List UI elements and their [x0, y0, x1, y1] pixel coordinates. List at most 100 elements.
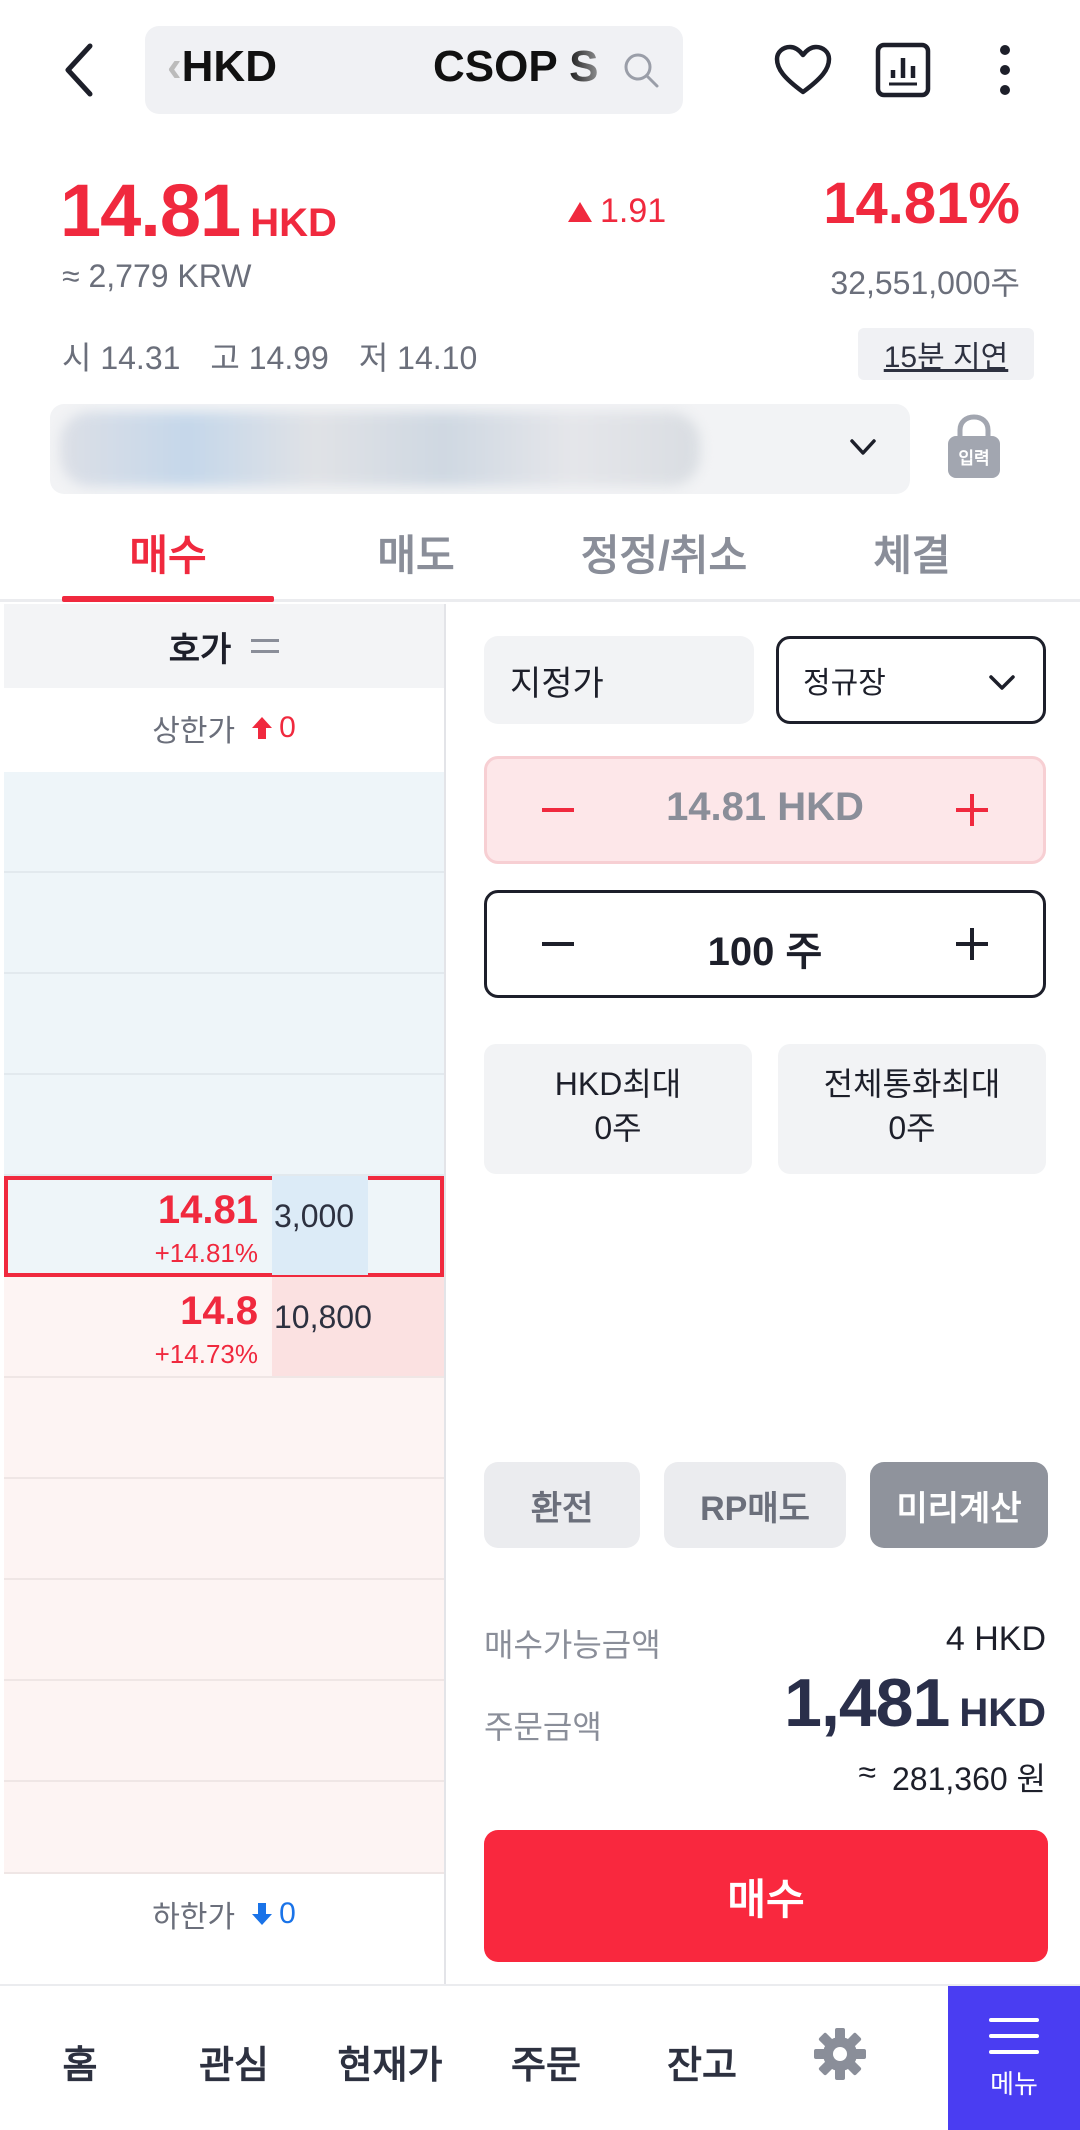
tab-sell[interactable]: 매도 — [316, 522, 516, 583]
upper-limit-row: 상한가 0 — [4, 688, 444, 768]
quantity-increase-button[interactable] — [947, 919, 997, 969]
hkd-max-value: 0주 — [594, 1110, 642, 1146]
order-type-select[interactable]: 지정가 — [484, 636, 754, 724]
chevron-down-icon — [850, 439, 876, 455]
ask-rate: +14.81% — [154, 1238, 258, 1268]
order-book-header[interactable]: 호가 — [4, 604, 444, 688]
chart-button[interactable] — [868, 35, 938, 105]
order-amount-currency: HKD — [959, 1691, 1046, 1735]
tab-executions[interactable]: 체결 — [812, 522, 1012, 583]
svg-text:입력: 입력 — [958, 449, 989, 469]
session-value: 정규장 — [803, 667, 886, 700]
ask-qty: 3,000 — [274, 1198, 355, 1234]
arrow-up-icon — [252, 717, 273, 739]
ask-row[interactable] — [4, 772, 444, 873]
price-stepper: 14.81 HKD — [484, 756, 1046, 864]
bar-chart-icon — [875, 42, 931, 98]
nav-home[interactable]: 홈 — [10, 2034, 150, 2089]
current-price-currency: HKD — [250, 201, 337, 245]
more-vertical-icon — [1000, 45, 1010, 95]
available-amount-value: 4 HKD — [945, 1620, 1046, 1658]
menu-lines-icon — [251, 639, 280, 653]
bid-rate: +14.73% — [154, 1339, 258, 1369]
back-button[interactable] — [50, 35, 110, 105]
bid-qty: 10,800 — [274, 1299, 372, 1335]
order-amount-value: 1,481 — [784, 1665, 950, 1741]
lock-icon: 입력 — [948, 414, 1000, 478]
lower-limit-value-wrap: 0 — [251, 1897, 296, 1931]
ask-row[interactable] — [4, 974, 444, 1075]
open-price: 시 14.31 — [62, 340, 181, 376]
bid-row[interactable] — [4, 1580, 444, 1681]
account-selector[interactable] — [50, 404, 910, 494]
account-number-redacted — [60, 412, 700, 486]
tab-buy[interactable]: 매수 — [68, 522, 268, 583]
password-input-button[interactable]: 입력 — [942, 412, 1006, 482]
gear-icon[interactable] — [812, 2026, 868, 2082]
ask-row[interactable] — [4, 1075, 444, 1176]
upper-limit-label: 상한가 — [152, 715, 236, 748]
bid-row[interactable] — [4, 1782, 444, 1874]
heart-icon — [774, 44, 832, 95]
order-amount-krw: ≈ 281,360 원 — [858, 1754, 1046, 1800]
price-increase-button[interactable] — [947, 785, 997, 835]
hkd-max-button[interactable]: HKD최대 0주 — [484, 1044, 752, 1174]
session-select[interactable]: 정규장 — [776, 636, 1046, 724]
all-currency-max-label: 전체통화최대 — [823, 1066, 1001, 1102]
bid-row[interactable]: 14.8 +14.73% 10,800 — [4, 1277, 444, 1378]
hkd-max-label: HKD최대 — [554, 1066, 682, 1102]
nav-order[interactable]: 주문 — [476, 2034, 616, 2089]
chevron-down-icon — [989, 675, 1015, 690]
price-change-value: 1.91 — [600, 192, 667, 230]
hamburger-icon — [989, 2017, 1039, 2054]
upper-limit-value: 0 — [279, 711, 296, 744]
lower-limit-label: 하한가 — [152, 1901, 236, 1934]
delay-badge[interactable]: 15분 지연 — [858, 328, 1034, 380]
lower-limit-value: 0 — [279, 1897, 296, 1930]
nav-balance[interactable]: 잔고 — [632, 2034, 772, 2089]
tab-modify-cancel[interactable]: 정정/취소 — [564, 522, 764, 583]
nav-current-price[interactable]: 현재가 — [320, 2034, 460, 2089]
plus-icon — [956, 928, 988, 960]
order-book: 호가 상한가 0 14.81 +14.81% 3,000 14.8 +14.73… — [4, 604, 444, 1984]
trade-volume: 32,551,000주 — [830, 265, 1020, 301]
lower-limit-row: 하한가 0 — [4, 1874, 444, 1954]
order-amount-label: 주문금액 — [484, 1709, 602, 1745]
ask-price: 14.81 — [157, 1188, 258, 1232]
favorite-button[interactable] — [768, 35, 838, 105]
order-book-title: 호가 — [168, 630, 232, 669]
open-high-low: 시 14.31 고 14.99 저 14.10 — [62, 333, 477, 379]
all-currency-max-value: 0주 — [888, 1110, 936, 1146]
nav-menu-button[interactable]: 메뉴 — [948, 1986, 1080, 2130]
ask-row-current[interactable]: 14.81 +14.81% 3,000 — [4, 1176, 444, 1277]
more-options-button[interactable] — [970, 35, 1040, 105]
approx-symbol: ≈ — [858, 1754, 876, 1790]
ask-row[interactable] — [4, 873, 444, 974]
top-bar: ‹HKD CSOP S — [0, 0, 1080, 150]
nav-watchlist[interactable]: 관심 — [164, 2034, 304, 2089]
bottom-navigation: 홈 관심 현재가 주문 잔고 메뉴 — [0, 1984, 1080, 2130]
available-amount-label: 매수가능금액 — [484, 1627, 661, 1663]
price-change-percent: 14.81% — [823, 171, 1020, 236]
exchange-button[interactable]: 환전 — [484, 1462, 640, 1548]
plus-icon — [956, 794, 988, 826]
bid-row[interactable] — [4, 1378, 444, 1479]
current-price: 14.81 HKD — [60, 168, 337, 253]
krw-equivalent: ≈ 2,779 KRW — [62, 258, 252, 294]
stock-search-box[interactable]: ‹HKD CSOP S — [145, 26, 683, 114]
high-price: 고 14.99 — [210, 340, 329, 376]
order-amount: 1,481 HKD — [784, 1664, 1046, 1742]
buy-button[interactable]: 매수 — [484, 1830, 1048, 1962]
precalculate-button[interactable]: 미리계산 — [870, 1462, 1048, 1548]
upper-limit-value-wrap: 0 — [251, 711, 296, 745]
all-currency-max-button[interactable]: 전체통화최대 0주 — [778, 1044, 1046, 1174]
search-icon[interactable] — [621, 50, 661, 90]
nav-menu-label: 메뉴 — [990, 2068, 1038, 2099]
order-tabs: 매수 매도 정정/취소 체결 — [0, 512, 1080, 602]
rp-sell-button[interactable]: RP매도 — [664, 1462, 846, 1548]
search-stock-name: CSOP S — [433, 42, 599, 91]
low-price: 저 14.10 — [358, 340, 478, 376]
arrow-down-icon — [252, 1903, 273, 1925]
bid-row[interactable] — [4, 1479, 444, 1580]
bid-row[interactable] — [4, 1681, 444, 1782]
